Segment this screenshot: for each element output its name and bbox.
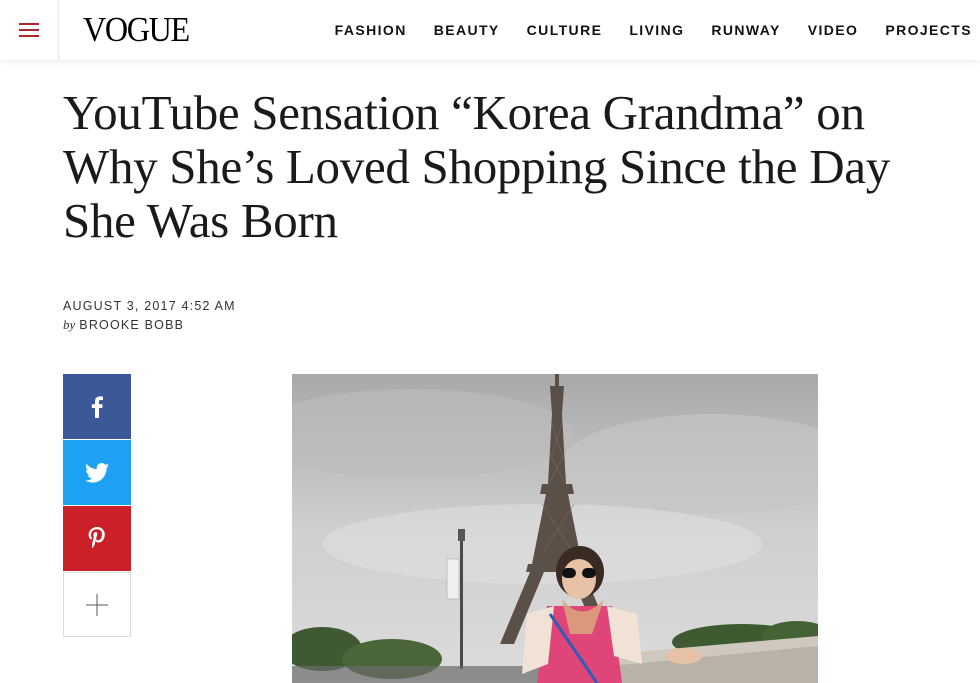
nav-item-projects[interactable]: PROJECTS	[885, 22, 972, 38]
share-more-button[interactable]	[63, 572, 131, 637]
vogue-logo[interactable]: VOGUE	[83, 9, 190, 51]
main-nav: FASHION BEAUTY CULTURE LIVING RUNWAY VID…	[308, 0, 972, 60]
share-pinterest-button[interactable]	[63, 506, 131, 571]
nav-item-runway[interactable]: RUNWAY	[711, 22, 780, 38]
byline-prefix: by	[63, 317, 76, 332]
article-hero-image	[292, 374, 818, 683]
nav-item-living[interactable]: LIVING	[629, 22, 684, 38]
nav-item-beauty[interactable]: BEAUTY	[434, 22, 500, 38]
nav-item-culture[interactable]: CULTURE	[527, 22, 603, 38]
share-bar	[63, 374, 131, 638]
byline: by BROOKE BOBB	[63, 317, 184, 333]
nav-item-fashion[interactable]: FASHION	[335, 22, 407, 38]
author-link[interactable]: BROOKE BOBB	[79, 318, 184, 332]
facebook-icon	[91, 395, 103, 418]
menu-button[interactable]	[0, 0, 59, 60]
hamburger-menu-icon	[19, 23, 39, 37]
nav-item-video[interactable]: VIDEO	[808, 22, 859, 38]
article-headline: YouTube Sensation “Korea Grandma” on Why…	[63, 85, 890, 248]
site-header: VOGUE FASHION BEAUTY CULTURE LIVING RUNW…	[0, 0, 980, 60]
pinterest-icon	[88, 526, 105, 548]
share-facebook-button[interactable]	[63, 374, 131, 439]
article-date: AUGUST 3, 2017 4:52 AM	[63, 299, 236, 313]
share-twitter-button[interactable]	[63, 440, 131, 505]
eiffel-tower-photo	[292, 374, 818, 683]
plus-icon	[86, 593, 108, 616]
twitter-icon	[85, 462, 109, 483]
